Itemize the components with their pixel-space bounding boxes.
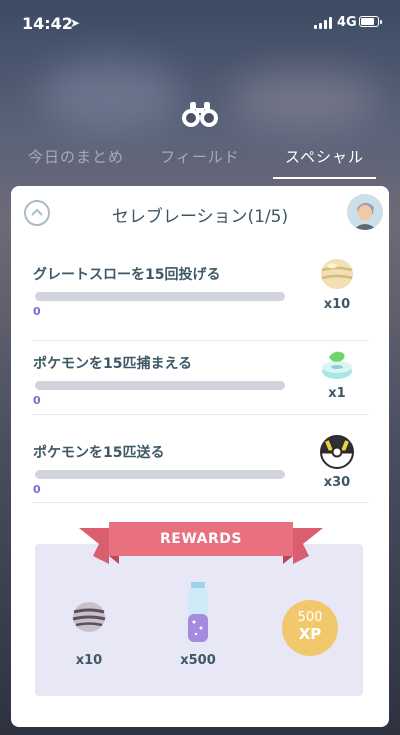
xp-label: XP xyxy=(298,625,322,643)
task-progress-bar xyxy=(35,292,285,301)
active-tab-indicator xyxy=(273,177,376,179)
task-reward-quantity: x1 xyxy=(328,386,346,401)
research-title: セレブレーション(1/5) xyxy=(111,207,289,227)
task-progress-count: 0 xyxy=(33,305,41,318)
task-reward-quantity: x10 xyxy=(323,297,351,312)
xp-amount: 500 xyxy=(297,610,323,625)
research-tabs: 今日のまとめ フィールド スペシャル xyxy=(0,140,400,184)
status-time: 14:42 xyxy=(22,14,73,33)
binoculars-icon xyxy=(182,102,218,127)
incense-icon xyxy=(322,351,352,379)
research-task: グレートスローを15回投げる 0 x10 xyxy=(33,252,369,340)
task-progress-bar xyxy=(35,470,285,479)
research-task: ポケモンを15匹送る 0 x30 xyxy=(33,430,369,518)
research-task: ポケモンを15匹捕まえる 0 x1 xyxy=(33,341,369,429)
task-label: グレートスローを15回投げる xyxy=(33,267,221,283)
location-arrow-icon: ➤ xyxy=(70,16,81,30)
divider xyxy=(33,414,369,415)
task-label: ポケモンを15匹送る xyxy=(33,445,165,461)
professor-avatar[interactable] xyxy=(347,194,383,230)
status-bar: 14:42 ➤ 4G xyxy=(0,0,400,48)
reward-quantity: x10 xyxy=(75,653,103,668)
background-cloud xyxy=(40,60,180,130)
tab-today[interactable]: 今日のまとめ xyxy=(28,146,124,167)
divider xyxy=(33,502,369,503)
signal-icon xyxy=(314,17,332,29)
background-cloud xyxy=(230,70,380,130)
tab-special[interactable]: スペシャル xyxy=(285,146,364,167)
task-progress-count: 0 xyxy=(33,394,41,407)
special-research-card: セレブレーション(1/5) グレートスローを15回投げる 0 x10 ポケモンを… xyxy=(11,186,389,727)
tab-field[interactable]: フィールド xyxy=(160,146,240,167)
ultra-ball-icon xyxy=(320,435,354,469)
battery-icon xyxy=(359,16,382,27)
rewards-title: REWARDS xyxy=(160,531,242,547)
task-reward-quantity: x30 xyxy=(323,475,351,490)
nanab-berry-icon xyxy=(321,259,353,289)
network-type: 4G xyxy=(337,15,357,30)
xp-badge: 500 XP xyxy=(282,600,338,656)
stardust-icon xyxy=(188,582,208,642)
task-label: ポケモンを15匹捕まえる xyxy=(33,356,193,372)
task-progress-bar xyxy=(35,381,285,390)
silver-berry-icon xyxy=(72,602,106,632)
task-progress-count: 0 xyxy=(33,483,41,496)
reward-quantity: x500 xyxy=(180,653,216,668)
